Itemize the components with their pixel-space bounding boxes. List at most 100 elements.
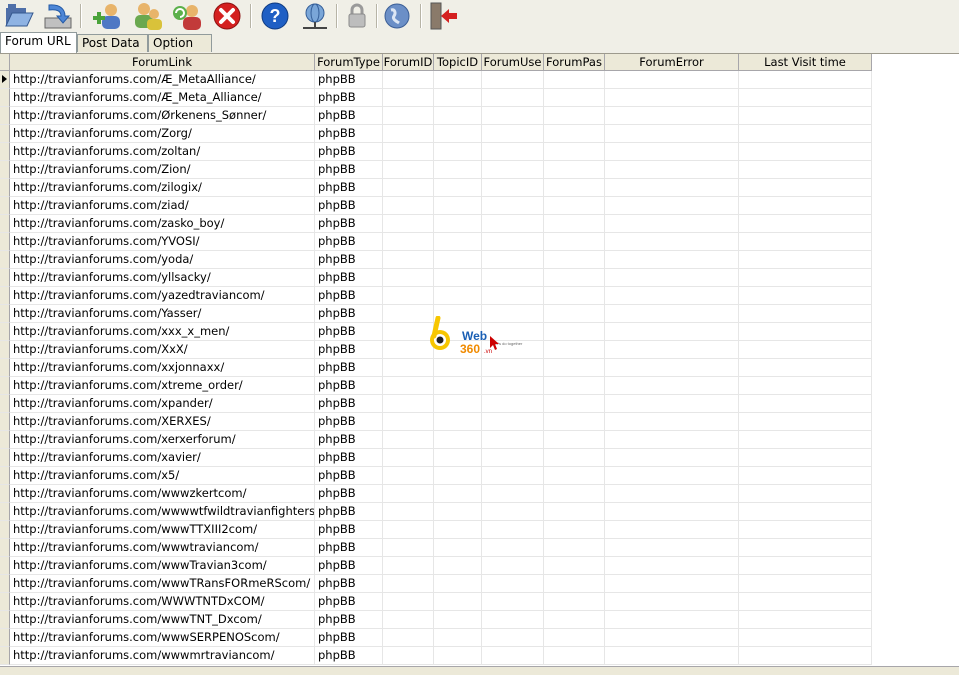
empty-cell[interactable]: [383, 467, 434, 485]
empty-cell[interactable]: [605, 431, 739, 449]
empty-cell[interactable]: [383, 413, 434, 431]
empty-cell[interactable]: [739, 161, 872, 179]
table-row[interactable]: http://travianforums.com/ziad/phpBB: [0, 197, 872, 215]
empty-cell[interactable]: [383, 395, 434, 413]
row-indicator[interactable]: [0, 179, 10, 197]
empty-cell[interactable]: [383, 215, 434, 233]
empty-cell[interactable]: [739, 269, 872, 287]
empty-cell[interactable]: [739, 503, 872, 521]
forumlink-cell[interactable]: http://travianforums.com/Yasser/: [10, 305, 315, 323]
empty-cell[interactable]: [605, 323, 739, 341]
empty-cell[interactable]: [605, 575, 739, 593]
empty-cell[interactable]: [434, 359, 482, 377]
forumlink-cell[interactable]: http://travianforums.com/wwwSERPENOScom/: [10, 629, 315, 647]
empty-cell[interactable]: [482, 377, 544, 395]
empty-cell[interactable]: [739, 593, 872, 611]
forumlink-cell[interactable]: http://travianforums.com/Zion/: [10, 161, 315, 179]
empty-cell[interactable]: [482, 575, 544, 593]
column-header-topicid[interactable]: TopicID: [434, 54, 482, 71]
column-header-forumtype[interactable]: ForumType: [315, 54, 383, 71]
empty-cell[interactable]: [383, 287, 434, 305]
empty-cell[interactable]: [739, 107, 872, 125]
forumtype-cell[interactable]: phpBB: [315, 647, 383, 665]
empty-cell[interactable]: [383, 575, 434, 593]
empty-cell[interactable]: [434, 197, 482, 215]
empty-cell[interactable]: [605, 395, 739, 413]
empty-cell[interactable]: [383, 125, 434, 143]
save-download-button[interactable]: [40, 0, 74, 31]
forumlink-cell[interactable]: http://travianforums.com/wwwTTXIII2com/: [10, 521, 315, 539]
empty-cell[interactable]: [383, 269, 434, 287]
empty-cell[interactable]: [605, 89, 739, 107]
empty-cell[interactable]: [482, 629, 544, 647]
refresh-user-button[interactable]: [170, 0, 204, 31]
empty-cell[interactable]: [605, 215, 739, 233]
table-row[interactable]: http://travianforums.com/zasko_boy/phpBB: [0, 215, 872, 233]
exit-button[interactable]: [426, 0, 460, 31]
empty-cell[interactable]: [605, 413, 739, 431]
empty-cell[interactable]: [544, 629, 605, 647]
table-row[interactable]: http://travianforums.com/XERXES/phpBB: [0, 413, 872, 431]
empty-cell[interactable]: [739, 521, 872, 539]
empty-cell[interactable]: [544, 485, 605, 503]
forumtype-cell[interactable]: phpBB: [315, 431, 383, 449]
forumlink-cell[interactable]: http://travianforums.com/wwwTravian3com/: [10, 557, 315, 575]
empty-cell[interactable]: [482, 467, 544, 485]
empty-cell[interactable]: [739, 89, 872, 107]
empty-cell[interactable]: [544, 269, 605, 287]
empty-cell[interactable]: [739, 233, 872, 251]
row-indicator[interactable]: [0, 449, 10, 467]
empty-cell[interactable]: [544, 395, 605, 413]
tab-forum-url[interactable]: Forum URL: [0, 32, 77, 53]
row-indicator[interactable]: [0, 467, 10, 485]
empty-cell[interactable]: [605, 251, 739, 269]
forumtype-cell[interactable]: phpBB: [315, 485, 383, 503]
row-indicator[interactable]: [0, 161, 10, 179]
empty-cell[interactable]: [605, 521, 739, 539]
stop-button[interactable]: [210, 0, 244, 31]
empty-cell[interactable]: [434, 431, 482, 449]
empty-cell[interactable]: [605, 629, 739, 647]
empty-cell[interactable]: [383, 539, 434, 557]
empty-cell[interactable]: [605, 449, 739, 467]
tab-post-data[interactable]: Post Data: [77, 34, 148, 52]
table-row[interactable]: http://travianforums.com/wwwTNT_Dxcom/ph…: [0, 611, 872, 629]
forumtype-cell[interactable]: phpBB: [315, 611, 383, 629]
empty-cell[interactable]: [739, 179, 872, 197]
empty-cell[interactable]: [434, 449, 482, 467]
forumtype-cell[interactable]: phpBB: [315, 197, 383, 215]
empty-cell[interactable]: [434, 629, 482, 647]
row-indicator[interactable]: [0, 539, 10, 557]
empty-cell[interactable]: [383, 233, 434, 251]
empty-cell[interactable]: [739, 647, 872, 665]
empty-cell[interactable]: [482, 179, 544, 197]
forumtype-cell[interactable]: phpBB: [315, 251, 383, 269]
forumlink-cell[interactable]: http://travianforums.com/Æ_MetaAlliance/: [10, 71, 315, 89]
forumtype-cell[interactable]: phpBB: [315, 89, 383, 107]
forumlink-cell[interactable]: http://travianforums.com/YVOSI/: [10, 233, 315, 251]
empty-cell[interactable]: [605, 71, 739, 89]
empty-cell[interactable]: [605, 107, 739, 125]
forumtype-cell[interactable]: phpBB: [315, 449, 383, 467]
empty-cell[interactable]: [434, 71, 482, 89]
empty-cell[interactable]: [544, 413, 605, 431]
empty-cell[interactable]: [739, 413, 872, 431]
row-indicator[interactable]: [0, 503, 10, 521]
empty-cell[interactable]: [383, 89, 434, 107]
empty-cell[interactable]: [482, 107, 544, 125]
empty-cell[interactable]: [739, 629, 872, 647]
empty-cell[interactable]: [482, 413, 544, 431]
empty-cell[interactable]: [434, 539, 482, 557]
empty-cell[interactable]: [383, 251, 434, 269]
forumtype-cell[interactable]: phpBB: [315, 539, 383, 557]
empty-cell[interactable]: [544, 197, 605, 215]
forumtype-cell[interactable]: phpBB: [315, 143, 383, 161]
empty-cell[interactable]: [383, 143, 434, 161]
empty-cell[interactable]: [544, 521, 605, 539]
empty-cell[interactable]: [383, 521, 434, 539]
empty-cell[interactable]: [383, 377, 434, 395]
help-button[interactable]: ?: [258, 0, 292, 31]
table-row[interactable]: http://travianforums.com/wwwTravian3com/…: [0, 557, 872, 575]
table-row[interactable]: http://travianforums.com/WWWTNTDxCOM/php…: [0, 593, 872, 611]
empty-cell[interactable]: [482, 557, 544, 575]
